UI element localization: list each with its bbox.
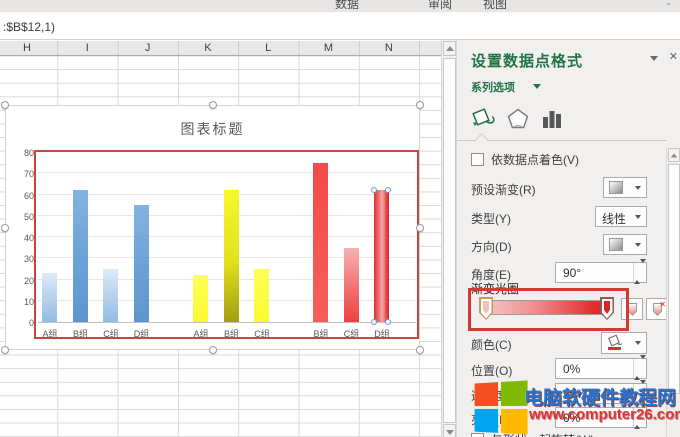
scrollbar-thumb[interactable] bbox=[668, 164, 680, 394]
column-header[interactable]: I bbox=[57, 42, 117, 54]
chart-selection-handle[interactable] bbox=[1, 101, 9, 109]
worksheet[interactable]: HIJKLMN 图表标题 01020304050607080 A组B组C组D组A… bbox=[0, 40, 441, 437]
scroll-up-button[interactable] bbox=[668, 148, 680, 162]
rotate-with-shape-checkbox[interactable] bbox=[471, 433, 484, 437]
y-tick-label: 60 bbox=[24, 191, 34, 201]
formula-bar[interactable]: :$B$12,1) bbox=[0, 14, 680, 40]
chart[interactable]: 图表标题 01020304050607080 A组B组C组D组A组B组C组B组C… bbox=[5, 105, 420, 350]
position-spinner[interactable]: 0% bbox=[555, 358, 647, 379]
divider bbox=[457, 140, 667, 141]
color-label: 颜色(C) bbox=[471, 336, 512, 353]
y-axis-labels: 01020304050607080 bbox=[8, 153, 34, 323]
series-options-label[interactable]: 系列选项 bbox=[471, 79, 515, 95]
annotation-rect-chart bbox=[34, 150, 419, 339]
chevron-down-icon bbox=[635, 186, 641, 190]
pane-title: 设置数据点格式 bbox=[471, 50, 583, 71]
direction-row: 方向(D) bbox=[457, 234, 667, 256]
column-header[interactable]: M bbox=[299, 42, 359, 54]
preset-gradient-row: 预设渐变(R) bbox=[457, 177, 667, 199]
chevron-down-icon bbox=[635, 215, 641, 219]
gradient-stop-icon bbox=[628, 303, 637, 316]
scroll-up-button[interactable] bbox=[443, 41, 456, 56]
vary-colors-row: 依数据点着色(V) bbox=[457, 150, 667, 172]
spinner-arrows[interactable] bbox=[633, 359, 646, 378]
vary-colors-checkbox[interactable] bbox=[471, 153, 484, 166]
watermark-site-url: www.computer26.com bbox=[529, 406, 680, 423]
annotation-rect-slider bbox=[468, 288, 629, 331]
ribbon-tab[interactable]: 数据 bbox=[335, 0, 359, 12]
type-row: 类型(Y) 线性 bbox=[457, 206, 667, 228]
preset-gradient-label: 预设渐变(R) bbox=[471, 181, 536, 198]
pane-close-icon[interactable]: ✕ bbox=[669, 50, 678, 63]
y-tick-label: 50 bbox=[24, 212, 34, 222]
preset-gradient-dropdown[interactable] bbox=[603, 177, 647, 198]
ribbon-collapse-icon[interactable]: ⌃ bbox=[665, 2, 672, 11]
chart-selection-handle[interactable] bbox=[1, 346, 9, 354]
gradient-swatch-icon bbox=[609, 238, 623, 251]
column-header[interactable]: H bbox=[0, 42, 57, 54]
column-header[interactable]: J bbox=[118, 42, 178, 54]
remove-gradient-stop-button[interactable]: ✕ bbox=[646, 298, 668, 320]
y-tick-label: 80 bbox=[24, 148, 34, 158]
chevron-down-icon bbox=[635, 341, 641, 345]
triangle-up-icon bbox=[671, 154, 677, 158]
formula-text: :$B$12,1) bbox=[3, 20, 55, 34]
type-value: 线性 bbox=[602, 210, 626, 227]
tab-effects[interactable] bbox=[505, 106, 531, 132]
y-tick-label: 10 bbox=[24, 297, 34, 307]
y-tick-label: 30 bbox=[24, 254, 34, 264]
y-tick-label: 20 bbox=[24, 276, 34, 286]
chart-title[interactable]: 图表标题 bbox=[6, 119, 419, 139]
tab-series-options[interactable] bbox=[540, 106, 564, 132]
scrollbar-thumb[interactable] bbox=[443, 58, 456, 423]
sheet-vscrollbar[interactable] bbox=[441, 40, 456, 437]
position-row: 位置(O) 0% bbox=[457, 358, 667, 380]
scroll-down-button[interactable] bbox=[443, 424, 456, 437]
y-tick-label: 70 bbox=[24, 169, 34, 179]
column-headers[interactable]: HIJKLMN bbox=[0, 41, 441, 56]
pane-options-chevron-icon[interactable] bbox=[650, 56, 658, 61]
direction-label: 方向(D) bbox=[471, 238, 512, 255]
triangle-down-icon bbox=[446, 430, 454, 435]
color-row: 颜色(C) bbox=[457, 332, 667, 354]
chart-selection-handle[interactable] bbox=[209, 101, 217, 109]
ribbon-tab[interactable]: 视图 bbox=[483, 0, 507, 12]
ribbon-tab[interactable]: 审阅 bbox=[428, 0, 452, 12]
direction-dropdown[interactable] bbox=[603, 234, 647, 255]
y-tick-label: 40 bbox=[24, 233, 34, 243]
column-header[interactable]: N bbox=[359, 42, 419, 54]
chevron-down-icon bbox=[533, 84, 541, 89]
vary-colors-label: 依数据点着色(V) bbox=[491, 151, 579, 168]
paint-bucket-icon bbox=[606, 334, 624, 352]
chevron-down-icon bbox=[635, 243, 641, 247]
delete-x-icon: ✕ bbox=[659, 300, 666, 309]
column-header[interactable]: K bbox=[178, 42, 238, 54]
type-dropdown[interactable]: 线性 bbox=[595, 206, 647, 227]
chart-selection-handle[interactable] bbox=[209, 346, 217, 354]
type-label: 类型(Y) bbox=[471, 210, 511, 227]
triangle-up-icon bbox=[446, 46, 454, 51]
tab-fill-line[interactable] bbox=[469, 106, 497, 132]
pane-tabs bbox=[457, 102, 680, 138]
position-label: 位置(O) bbox=[471, 362, 512, 379]
column-header[interactable]: L bbox=[238, 42, 298, 54]
gradient-swatch-icon bbox=[609, 181, 623, 194]
chart-selection-handle[interactable] bbox=[416, 101, 424, 109]
watermark-windows-logo bbox=[475, 380, 529, 435]
excel-window: 数据审阅视图 ⌃ :$B$12,1) HIJKLMN 图表标题 01020304… bbox=[0, 0, 680, 437]
position-value: 0% bbox=[563, 362, 580, 376]
chart-selection-handle[interactable] bbox=[1, 224, 9, 232]
format-data-point-pane: 设置数据点格式 ✕ 系列选项 依数据点着色(V) bbox=[456, 40, 680, 437]
ribbon-strip: 数据 审阅 视图 ⌃ bbox=[0, 0, 680, 13]
chart-selection-handle[interactable] bbox=[416, 346, 424, 354]
chart-selection-handle[interactable] bbox=[416, 224, 424, 232]
fill-color-picker[interactable] bbox=[601, 332, 647, 354]
